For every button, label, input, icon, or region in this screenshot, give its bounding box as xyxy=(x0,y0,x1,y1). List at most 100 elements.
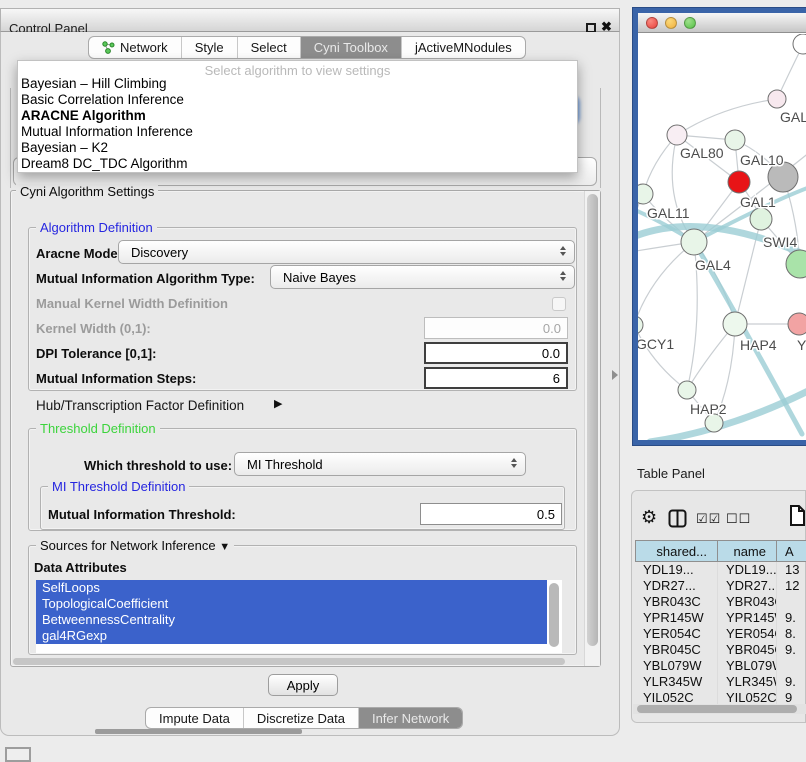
table-cell[interactable]: YDR27... xyxy=(635,578,718,594)
zoom-traffic-light-icon[interactable] xyxy=(684,17,696,29)
select-all-checkboxes-icon[interactable]: ☑☑ xyxy=(696,511,721,527)
minimize-traffic-light-icon[interactable] xyxy=(665,17,677,29)
partial-button-bottom-left[interactable] xyxy=(5,747,31,762)
algorithm-option-bayesian-hill-climbing[interactable]: Bayesian – Hill Climbing xyxy=(18,76,577,92)
table-cell[interactable]: YBR045C xyxy=(635,642,718,658)
attribute-item-selected[interactable]: BetweennessCentrality xyxy=(36,612,547,628)
algorithm-option-bayesian-k2[interactable]: Bayesian – K2 xyxy=(18,140,577,156)
table-row[interactable]: YBR043C YBR043C xyxy=(635,594,806,610)
table-cell[interactable]: YBL079W xyxy=(718,658,777,674)
sources-group-title[interactable]: Sources for Network Inference ▼ xyxy=(36,538,234,553)
deselect-all-checkboxes-icon[interactable]: ☐☐ xyxy=(726,511,751,527)
network-node[interactable] xyxy=(768,90,786,108)
columns-icon[interactable] xyxy=(668,509,687,528)
network-node-gal1-red[interactable] xyxy=(728,171,750,193)
column-header-clipped[interactable]: A xyxy=(777,540,806,562)
table-cell[interactable] xyxy=(777,658,806,674)
dpi-tolerance-input[interactable]: 0.0 xyxy=(424,342,568,364)
aracne-mode-select[interactable]: Discovery xyxy=(118,240,575,264)
tab-cyni-toolbox[interactable]: Cyni Toolbox xyxy=(300,37,401,58)
network-node-gal4[interactable] xyxy=(681,229,707,255)
network-node[interactable] xyxy=(786,250,806,278)
table-row[interactable]: YDL19... YDL19... 13 xyxy=(635,562,806,578)
table-cell[interactable]: YBL079W xyxy=(635,658,718,674)
panel-divider-handle[interactable] xyxy=(612,370,618,380)
table-cell[interactable]: 9. xyxy=(777,674,806,690)
table-cell[interactable]: 9. xyxy=(777,642,806,658)
attribute-list-scrollbar[interactable] xyxy=(549,583,559,647)
expand-down-icon[interactable]: ▼ xyxy=(219,541,230,553)
tab-impute-data[interactable]: Impute Data xyxy=(146,708,243,728)
algorithm-option-aracne[interactable]: ARACNE Algorithm xyxy=(18,108,577,124)
network-node-hap4[interactable] xyxy=(723,312,747,336)
network-node[interactable] xyxy=(793,34,806,54)
table-row[interactable]: YPR145W YPR145W 9. xyxy=(635,610,806,626)
file-export-icon[interactable] xyxy=(789,504,806,527)
kernel-width-input[interactable]: 0.0 xyxy=(424,317,568,339)
mi-algorithm-type-select[interactable]: Naive Bayes xyxy=(270,265,575,289)
control-panel-titlebar[interactable]: Control Panel ✖ xyxy=(0,8,620,32)
column-header-name[interactable]: name xyxy=(718,540,777,562)
control-panel-bottom-scrollbar-thumb[interactable] xyxy=(95,729,302,734)
mi-threshold-input[interactable]: 0.5 xyxy=(420,503,562,525)
data-attributes-list[interactable]: SelfLoops TopologicalCoefficient Between… xyxy=(36,580,562,653)
gear-icon[interactable]: ⚙ xyxy=(641,507,657,528)
table-cell[interactable]: YER054C xyxy=(635,626,718,642)
network-node-gal10[interactable] xyxy=(725,130,745,150)
network-node-gal80[interactable] xyxy=(667,125,687,145)
tab-network[interactable]: Network xyxy=(89,37,181,58)
table-cell[interactable]: YBR043C xyxy=(635,594,718,610)
close-traffic-light-icon[interactable] xyxy=(646,17,658,29)
algorithm-option-mutual-information[interactable]: Mutual Information Inference xyxy=(18,124,577,140)
table-cell[interactable] xyxy=(777,594,806,610)
attribute-item-selected[interactable]: gal4RGexp xyxy=(36,628,547,644)
table-cell[interactable]: YER054C xyxy=(718,626,777,642)
settings-vertical-scrollbar-track[interactable] xyxy=(584,191,600,666)
table-row[interactable]: YLR345W YLR345W 9. xyxy=(635,674,806,690)
column-header-shared-name[interactable]: shared... xyxy=(635,540,718,562)
table-row[interactable]: YBR045C YBR045C 9. xyxy=(635,642,806,658)
algorithm-option-dream8[interactable]: Dream8 DC_TDC Algorithm xyxy=(18,156,577,172)
mi-steps-input[interactable]: 6 xyxy=(424,367,568,389)
table-row[interactable]: YER054C YER054C 8. xyxy=(635,626,806,642)
apply-button[interactable]: Apply xyxy=(268,674,338,696)
table-cell[interactable]: YPR145W xyxy=(718,610,777,626)
network-canvas[interactable]: GAL GAL80 GAL10 GAL1 GAL11 SWI4 GAL4 GCY… xyxy=(638,34,806,440)
attribute-item-selected[interactable]: TopologicalCoefficient xyxy=(36,596,547,612)
network-node-swi4[interactable] xyxy=(750,208,772,230)
network-view-window[interactable]: GAL GAL80 GAL10 GAL1 GAL11 SWI4 GAL4 GCY… xyxy=(633,8,806,445)
table-horizontal-scrollbar-thumb[interactable] xyxy=(637,705,797,713)
network-window-titlebar[interactable] xyxy=(638,13,806,33)
manual-kernel-width-checkbox[interactable] xyxy=(552,297,566,311)
attribute-item-selected[interactable]: SelfLoops xyxy=(36,580,547,596)
table-cell[interactable]: YPR145W xyxy=(635,610,718,626)
which-threshold-select[interactable]: MI Threshold xyxy=(234,452,526,476)
tab-jactivemnodules[interactable]: jActiveMNodules xyxy=(401,37,525,58)
table-row[interactable]: YDR27... YDR27... 12 xyxy=(635,578,806,594)
tab-select[interactable]: Select xyxy=(237,37,300,58)
table-cell[interactable]: YBR045C xyxy=(718,642,777,658)
tab-style[interactable]: Style xyxy=(181,37,237,58)
network-node-gcy1[interactable] xyxy=(638,316,643,334)
settings-horizontal-scrollbar-thumb[interactable] xyxy=(13,658,565,665)
table-cell[interactable]: YBR043C xyxy=(718,594,777,610)
table-cell[interactable]: YDL19... xyxy=(718,562,777,578)
table-cell[interactable]: YLR345W xyxy=(635,674,718,690)
network-node-gal11[interactable] xyxy=(638,184,653,204)
table-cell[interactable]: YLR345W xyxy=(718,674,777,690)
table-cell[interactable]: 12 xyxy=(777,578,806,594)
settings-vertical-scrollbar-thumb[interactable] xyxy=(587,194,598,646)
table-cell[interactable]: 8. xyxy=(777,626,806,642)
table-cell[interactable]: 9. xyxy=(777,610,806,626)
tab-discretize-data[interactable]: Discretize Data xyxy=(243,708,358,728)
table-cell[interactable]: 13 xyxy=(777,562,806,578)
hub-definition-label[interactable]: Hub/Transcription Factor Definition xyxy=(36,398,244,413)
network-node-hap2[interactable] xyxy=(678,381,696,399)
algorithm-option-basic-correlation[interactable]: Basic Correlation Inference xyxy=(18,92,577,108)
tab-infer-network[interactable]: Infer Network xyxy=(358,708,462,728)
table-cell[interactable]: YDR27... xyxy=(718,578,777,594)
network-node-salmon[interactable] xyxy=(788,313,806,335)
table-cell[interactable]: YDL19... xyxy=(635,562,718,578)
expand-right-icon[interactable]: ▶ xyxy=(274,397,282,410)
table-row[interactable]: YBL079W YBL079W xyxy=(635,658,806,674)
